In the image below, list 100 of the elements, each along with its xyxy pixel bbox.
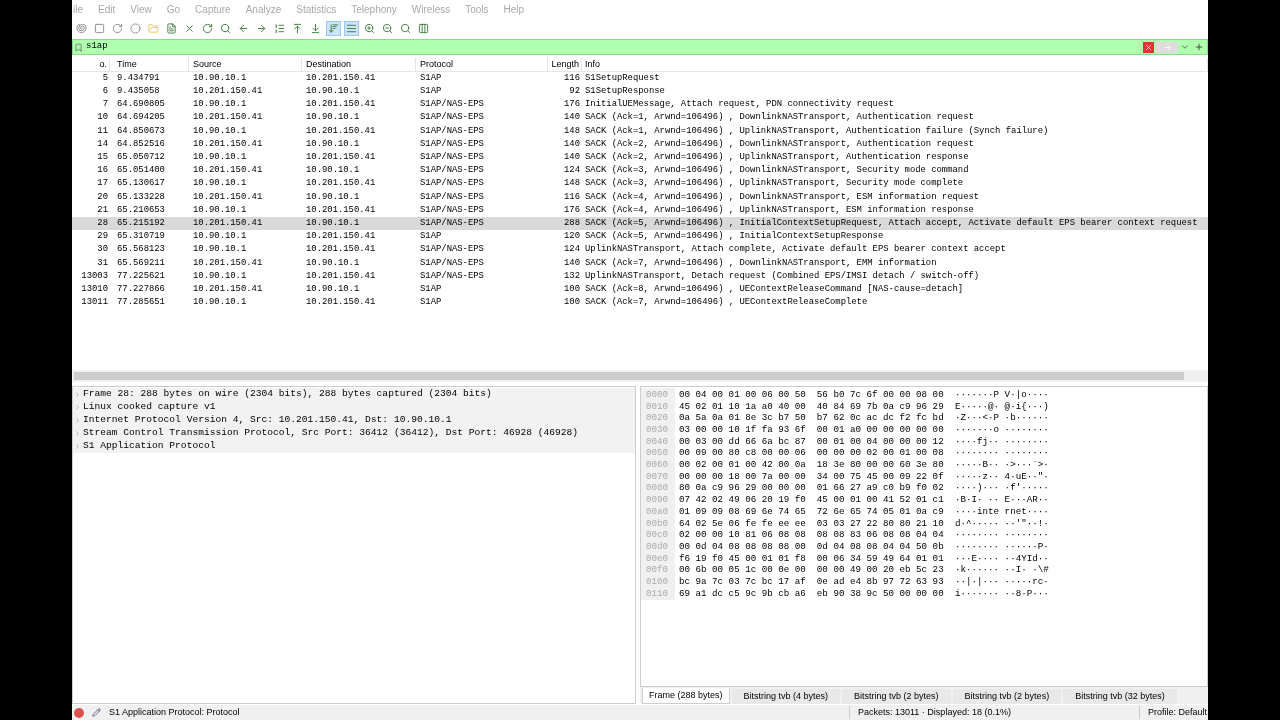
table-cell-text: S1AP/NAS-EPS — [419, 177, 485, 191]
hex-bytes: 00 03 00 dd 66 6a bc 87 00 01 00 04 00 00 00 12 — [679, 434, 945, 449]
byte-tab[interactable]: Bitstring tvb (2 bytes) — [952, 689, 1062, 704]
ascii-bytes: ····inte rnet···· — [955, 504, 1049, 519]
table-cell-text: S1AP/NAS-EPS — [419, 203, 485, 217]
status-message: S1 Application Protocol: Protocol — [109, 705, 241, 719]
bookmark-icon[interactable] — [74, 42, 83, 52]
table-cell-text: S1AP — [419, 282, 443, 296]
tree-item[interactable]: S1 Application Protocol — [73, 440, 635, 453]
table-cell-text: S1AP/NAS-EPS — [419, 124, 485, 138]
table-cell-text: 11 — [96, 124, 109, 138]
packet-row[interactable]: 29 65.310719 10.90.10.1 10.201.150.41 S1AP 120 SACK (Ack=5, Arwnd=106496) , InitialContextSetupResponse — [72, 230, 1208, 244]
ascii-bytes: d·^····· ··'"··!· — [955, 516, 1049, 531]
hex-bytes: 07 42 02 49 06 20 19 f0 45 00 01 00 41 52 01 c1 — [679, 493, 945, 507]
table-cell-text: S1AP/NAS-EPS — [419, 243, 485, 257]
tree-item[interactable]: Stream Control Transmission Protocol, Src Port: 36412 (36412), Dst Port: 46928 (46928) — [73, 427, 635, 440]
column-header[interactable]: Destination — [302, 57, 416, 72]
tree-item[interactable]: Frame 28: 288 bytes on wire (2304 bits), 288 bytes captured (2304 bits) — [73, 388, 635, 401]
ascii-bytes: ········ ········ — [955, 528, 1049, 542]
hex-bytes: 80 0a c9 96 29 00 00 00 01 66 27 a9 c0 b9 f0 02 — [679, 481, 945, 495]
table-cell-text: 21 — [96, 203, 109, 217]
table-cell-text: 10.90.10.1 — [192, 269, 248, 283]
table-cell-text: 10.90.10.1 — [305, 137, 361, 151]
tree-item[interactable]: Linux cooked capture v1 — [73, 401, 635, 414]
ascii-bytes: ········ ······P· — [955, 539, 1049, 554]
table-cell-text: 64.852516 — [116, 137, 166, 151]
capture-status-icon[interactable] — [74, 707, 84, 718]
table-cell-text: 10.201.150.41 — [305, 177, 377, 191]
byte-tab[interactable]: Frame (288 bytes) — [642, 688, 730, 704]
table-cell-text: SACK (Ack=8, Arwnd=106496) , UEContextReleaseCommand [NAS-cause=detach] — [584, 282, 965, 296]
column-header[interactable]: Time — [110, 57, 189, 72]
packet-row[interactable]: 16 65.051400 10.201.150.41 10.90.10.1 S1AP/NAS-EPS 124 SACK (Ack=3, Arwnd=106496) , DownlinkNASTransport, Security mode command — [72, 164, 1208, 178]
packet-row[interactable]: 21 65.210653 10.90.10.1 10.201.150.41 S1AP/NAS-EPS 176 SACK (Ack=4, Arwnd=106496) , UplinkNASTransport, ESM information response — [72, 203, 1208, 218]
ascii-bytes: E·····@· @·i{···) — [955, 399, 1049, 413]
add-button-icon[interactable] — [1194, 42, 1204, 52]
table-cell-text: 10.90.10.1 — [305, 256, 361, 270]
byte-tab[interactable]: Bitstring tvb (32 bytes) — [1063, 689, 1177, 704]
packet-row[interactable]: 15 65.050712 10.90.10.1 10.201.150.41 S1AP/NAS-EPS 140 SACK (Ack=2, Arwnd=106496) , UplinkNASTransport, Authentication response — [72, 151, 1208, 165]
packet-row[interactable]: 28 65.215192 10.201.150.41 10.90.10.1 S1AP/NAS-EPS 288 SACK (Ack=5, Arwnd=106496) , InitialContextSetupRequest, Attach accept, Activate default EPS bearer context request — [72, 217, 1208, 231]
table-cell-text: 10.90.10.1 — [192, 151, 248, 165]
dropdown-icon[interactable] — [1180, 42, 1190, 52]
byte-tab[interactable]: Bitstring tvb (2 bytes) — [842, 689, 951, 704]
table-cell-text: S1AP — [419, 230, 443, 244]
scrollbar-thumb[interactable] — [74, 372, 1184, 380]
packet-row[interactable]: 6 9.435058 10.201.150.41 10.90.10.1 S1AP 92 S1SetupResponse — [72, 85, 1208, 99]
table-cell-text: S1AP/NAS-EPS — [419, 137, 485, 151]
table-cell-text: 176 — [563, 98, 581, 112]
packet-row[interactable]: 14 64.852516 10.201.150.41 10.90.10.1 S1AP/NAS-EPS 140 SACK (Ack=2, Arwnd=106496) , DownlinkNASTransport, Authentication request — [72, 137, 1208, 152]
colorize-icon[interactable] — [344, 20, 359, 36]
table-cell-text: 124 — [563, 164, 581, 178]
packet-row[interactable]: 13003 77.225621 10.90.10.1 10.201.150.41 S1AP/NAS-EPS 132 UplinkNASTransport, Detach request (Combined EPS/IMSI detach / switch-off) — [72, 269, 1208, 283]
column-header[interactable]: Protocol — [416, 57, 548, 72]
table-cell-text: UplinkNASTransport, Attach complete, Activate default EPS bearer context accept — [584, 243, 1007, 257]
packet-row[interactable]: 20 65.133228 10.201.150.41 10.90.10.1 S1AP/NAS-EPS 116 SACK (Ack=4, Arwnd=106496) , DownlinkNASTransport, ESM information request — [72, 190, 1208, 204]
table-cell-text: SACK (Ack=5, Arwnd=106496) , InitialContextSetupRequest, Attach accept, Activate default EPS bearer context request — [584, 217, 1199, 230]
table-cell-text: 65.568123 — [116, 243, 166, 257]
packet-row[interactable]: 7 64.690805 10.90.10.1 10.201.150.41 S1AP/NAS-EPS 176 InitialUEMessage, Attach request, PDN connectivity request — [72, 98, 1208, 112]
packet-row[interactable]: 11 64.850673 10.90.10.1 10.201.150.41 S1AP/NAS-EPS 148 SACK (Ack=1, Arwnd=106496) , UplinkNASTransport, Authentication failure (Synch failure) — [72, 124, 1208, 138]
table-cell-text: 64.694205 — [116, 111, 166, 125]
display-filter-field[interactable]: s1ap — [72, 39, 1208, 55]
ascii-bytes: ·Z···<·P ·b······ — [955, 411, 1049, 426]
table-cell-text: 10 — [96, 111, 109, 125]
tree-item[interactable]: Internet Protocol Version 4, Src: 10.201.150.41, Dst: 10.90.10.1 — [73, 414, 635, 427]
clear-icon[interactable] — [1143, 41, 1154, 53]
packet-row[interactable]: 31 65.569211 10.201.150.41 10.90.10.1 S1AP/NAS-EPS 140 SACK (Ack=7, Arwnd=106496) , DownlinkNASTransport, EMM information — [72, 256, 1208, 270]
hex-bytes: 00 04 00 01 00 06 00 50 56 b0 7c 6f 00 00 08 00 — [679, 387, 945, 402]
table-cell-text: 13011 — [80, 296, 109, 310]
table-cell-text: 65.215192 — [116, 217, 166, 230]
table-cell-text: SACK (Ack=3, Arwnd=106496) , DownlinkNASTransport, Security mode command — [584, 164, 970, 178]
table-cell-text: 140 — [563, 137, 581, 151]
column-header[interactable]: o. — [72, 57, 110, 72]
table-cell-text: 10.201.150.41 — [305, 269, 377, 283]
table-cell-text: 140 — [563, 256, 581, 270]
table-cell-text: 65.310719 — [116, 230, 166, 244]
table-cell-text: 10.90.10.1 — [192, 71, 248, 85]
table-cell-text: InitialUEMessage, Attach request, PDN connectivity request — [584, 98, 895, 112]
packet-row[interactable]: 13011 77.285651 10.90.10.1 10.201.150.41 S1AP 100 SACK (Ack=7, Arwnd=106496) , UEContextReleaseComplete — [72, 296, 1208, 310]
packet-row[interactable]: 10 64.694205 10.201.150.41 10.90.10.1 S1AP/NAS-EPS 140 SACK (Ack=1, Arwnd=106496) , DownlinkNASTransport, Authentication request — [72, 111, 1208, 125]
packet-row[interactable]: 17 65.130617 10.90.10.1 10.201.150.41 S1AP/NAS-EPS 148 SACK (Ack=3, Arwnd=106496) , UplinkNASTransport, Security mode complete — [72, 177, 1208, 191]
table-cell-text: 10.90.10.1 — [192, 230, 248, 244]
packet-row[interactable]: 13010 77.227866 10.201.150.41 10.90.10.1 S1AP 100 SACK (Ack=8, Arwnd=106496) , UEContextReleaseCommand [NAS-cause=detach] — [72, 283, 1208, 297]
table-cell-text: 9.434791 — [116, 71, 161, 85]
table-cell-text: 10.90.10.1 — [305, 164, 361, 178]
table-cell-text: SACK (Ack=4, Arwnd=106496) , UplinkNASTransport, ESM information response — [584, 203, 975, 217]
packet-row[interactable]: 5 9.434791 10.90.10.1 10.201.150.41 S1AP 116 S1SetupRequest — [72, 72, 1208, 86]
table-cell-text: S1AP/NAS-EPS — [419, 111, 485, 125]
column-header[interactable]: Source — [189, 57, 302, 72]
table-cell-text: 10.201.150.41 — [192, 190, 264, 204]
table-cell-text: 10.201.150.41 — [305, 203, 377, 217]
options-icon[interactable] — [128, 20, 143, 36]
edit-comment-icon[interactable] — [92, 708, 101, 717]
table-cell-text: 10.90.10.1 — [192, 177, 248, 191]
autoscroll-icon[interactable] — [326, 20, 341, 36]
column-header[interactable]: Length — [548, 57, 582, 72]
table-cell-text: 20 — [96, 190, 109, 204]
packet-row[interactable]: 30 65.568123 10.90.10.1 10.201.150.41 S1AP/NAS-EPS 124 UplinkNASTransport, Attach complete, Activate default EPS bearer context accept — [72, 243, 1208, 257]
hex-bytes: 00 0d 04 08 08 08 08 00 0d 04 08 08 04 04 50 0b — [679, 539, 945, 554]
table-cell-text: SACK (Ack=1, Arwnd=106496) , UplinkNASTransport, Authentication failure (Synch failure) — [584, 124, 1050, 138]
byte-tab[interactable]: Bitstring tvb (4 bytes) — [731, 689, 841, 704]
file-icon[interactable] — [164, 20, 179, 36]
